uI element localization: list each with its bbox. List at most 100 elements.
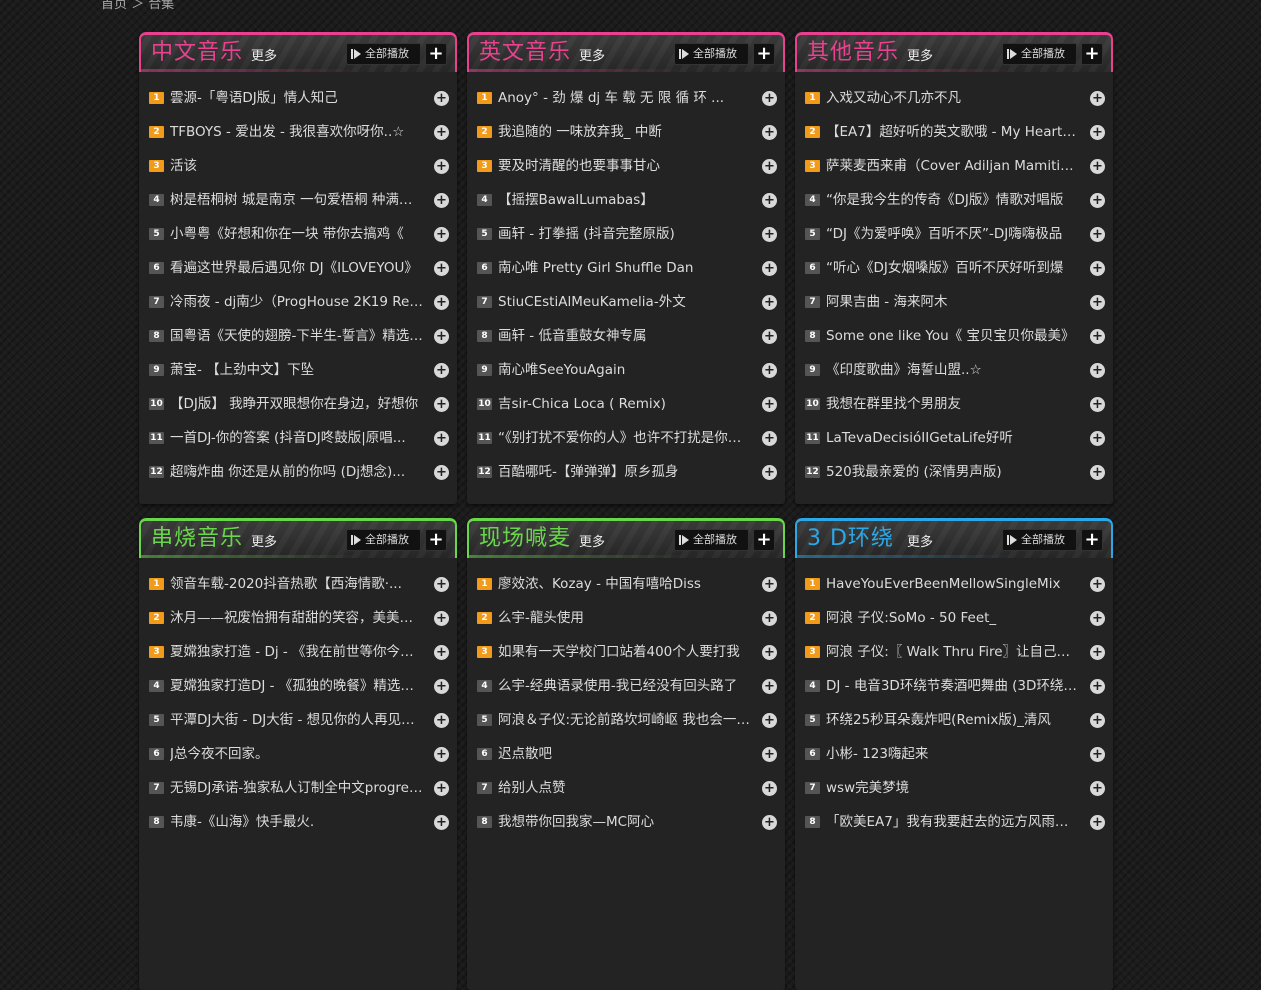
add-song-icon[interactable]: + <box>1090 261 1105 276</box>
add-song-icon[interactable]: + <box>434 91 449 106</box>
add-song-icon[interactable]: + <box>1090 125 1105 140</box>
song-title-link[interactable]: 【摇摆BawalLumabas】 <box>498 183 751 217</box>
add-all-button[interactable]: + <box>753 43 775 65</box>
add-song-icon[interactable]: + <box>762 397 777 412</box>
song-title-link[interactable]: 平潭DJ大街 - DJ大街 - 想见你的人再见不见 <box>170 703 423 737</box>
song-title-link[interactable]: “DJ《为爱呼唤》百听不厌”-DJ嗨嗨极品 <box>826 217 1079 251</box>
add-song-icon[interactable]: + <box>762 227 777 242</box>
add-song-icon[interactable]: + <box>434 363 449 378</box>
song-title-link[interactable]: J总今夜不回家。 <box>170 737 423 771</box>
song-title-link[interactable]: 夏嫦独家打造DJ - 《孤独的晚餐》精选串烧 <box>170 669 423 703</box>
add-song-icon[interactable]: + <box>762 815 777 830</box>
song-title-link[interactable]: 么宇-经典语录使用-我已经没有回头路了 <box>498 669 751 703</box>
song-title-link[interactable]: 树是梧桐树 城是南京 一句爱梧桐 种满南京城 <box>170 183 423 217</box>
song-title-link[interactable]: 萧宝- 【上劲中文】下坠 <box>170 353 423 387</box>
song-title-link[interactable]: 我追随的 一味放弃我_ 中断 <box>498 115 751 149</box>
play-all-button[interactable]: 全部播放 <box>346 43 421 65</box>
song-title-link[interactable]: wsw完美梦境 <box>826 771 1079 805</box>
add-song-icon[interactable]: + <box>1090 781 1105 796</box>
more-link[interactable]: 更多 <box>251 531 277 550</box>
play-all-button[interactable]: 全部播放 <box>1002 529 1077 551</box>
song-title-link[interactable]: 南心唯 Pretty Girl Shuffle Dan <box>498 251 751 285</box>
song-title-link[interactable]: 给别人点赞 <box>498 771 751 805</box>
add-song-icon[interactable]: + <box>762 363 777 378</box>
song-title-link[interactable]: 阿浪＆子仪:无论前路坎坷崎岖 我也会一直走下去 <box>498 703 751 737</box>
song-title-link[interactable]: “听心《DJ女烟嗓版》百听不厌好听到爆 <box>826 251 1079 285</box>
play-all-button[interactable]: 全部播放 <box>1002 43 1077 65</box>
add-song-icon[interactable]: + <box>434 577 449 592</box>
song-title-link[interactable]: 入戏又动心不几亦不凡 <box>826 81 1079 115</box>
add-song-icon[interactable]: + <box>1090 91 1105 106</box>
song-title-link[interactable]: 夏嫦独家打造 - Dj - 《我在前世等你今生来相遇》 <box>170 635 423 669</box>
song-title-link[interactable]: 沐月——祝废怡拥有甜甜的笑容，美美的人生 <box>170 601 423 635</box>
add-all-button[interactable]: + <box>1081 529 1103 551</box>
song-title-link[interactable]: 我想在群里找个男朋友 <box>826 387 1079 421</box>
add-song-icon[interactable]: + <box>1090 815 1105 830</box>
add-song-icon[interactable]: + <box>434 431 449 446</box>
add-song-icon[interactable]: + <box>434 295 449 310</box>
add-song-icon[interactable]: + <box>762 577 777 592</box>
song-title-link[interactable]: 环绕25秒耳朵轰炸吧(Remix版)_清风 <box>826 703 1079 737</box>
add-song-icon[interactable]: + <box>762 329 777 344</box>
add-song-icon[interactable]: + <box>434 713 449 728</box>
song-title-link[interactable]: 【EA7】超好听的英文歌哦 - My Heart Will Go On <box>826 115 1079 149</box>
add-song-icon[interactable]: + <box>762 747 777 762</box>
song-title-link[interactable]: “《别打扰不爱你的人》也许不打扰是你最后的温柔 <box>498 421 751 455</box>
more-link[interactable]: 更多 <box>579 45 605 64</box>
add-song-icon[interactable]: + <box>434 465 449 480</box>
add-song-icon[interactable]: + <box>762 645 777 660</box>
add-song-icon[interactable]: + <box>762 431 777 446</box>
add-song-icon[interactable]: + <box>434 815 449 830</box>
song-title-link[interactable]: 萨莱麦西来甫（Cover Adiljan Mamitimin） <box>826 149 1079 183</box>
song-title-link[interactable]: 「欧美EA7」我有我要赶去的远方风雨兼程 <box>826 805 1079 839</box>
song-title-link[interactable]: 国粤语《天使的翅膀-下半生-誓言》精选串烧 <box>170 319 423 353</box>
add-song-icon[interactable]: + <box>434 261 449 276</box>
add-song-icon[interactable]: + <box>1090 227 1105 242</box>
song-title-link[interactable]: 阿浪 子仪:〖 Walk Thru Fire〗让自己的灵魂燃烧 <box>826 635 1079 669</box>
song-title-link[interactable]: LaTevaDecisióIIGetaLife好听 <box>826 421 1079 455</box>
song-title-link[interactable]: 韦康-《山海》快手最火. <box>170 805 423 839</box>
song-title-link[interactable]: 雲源-「粤语DJ版」情人知己 <box>170 81 423 115</box>
song-title-link[interactable]: 画轩 - 打拳摇 (抖音完整原版) <box>498 217 751 251</box>
song-title-link[interactable]: Some one like You《 宝贝宝贝你最美》 <box>826 319 1079 353</box>
song-title-link[interactable]: 百酷哪吒-【弹弹弹】原乡孤身 <box>498 455 751 489</box>
song-title-link[interactable]: 活该 <box>170 149 423 183</box>
add-song-icon[interactable]: + <box>1090 363 1105 378</box>
more-link[interactable]: 更多 <box>907 531 933 550</box>
add-song-icon[interactable]: + <box>434 611 449 626</box>
add-song-icon[interactable]: + <box>762 679 777 694</box>
add-song-icon[interactable]: + <box>1090 159 1105 174</box>
add-song-icon[interactable]: + <box>762 465 777 480</box>
add-all-button[interactable]: + <box>1081 43 1103 65</box>
add-song-icon[interactable]: + <box>434 747 449 762</box>
add-song-icon[interactable]: + <box>1090 397 1105 412</box>
add-song-icon[interactable]: + <box>1090 679 1105 694</box>
add-song-icon[interactable]: + <box>434 227 449 242</box>
add-song-icon[interactable]: + <box>1090 645 1105 660</box>
add-song-icon[interactable]: + <box>762 781 777 796</box>
song-title-link[interactable]: HaveYouEverBeenMellowSingleMix <box>826 567 1079 601</box>
add-song-icon[interactable]: + <box>1090 329 1105 344</box>
song-title-link[interactable]: 超嗨炸曲 你还是从前的你吗 (Dj想念)... <box>170 455 423 489</box>
add-all-button[interactable]: + <box>753 529 775 551</box>
song-title-link[interactable]: 吉sir-Chica Loca ( Remix) <box>498 387 751 421</box>
song-title-link[interactable]: 冷雨夜 - dj南少（ProgHouse 2K19 Remix） <box>170 285 423 319</box>
add-song-icon[interactable]: + <box>1090 713 1105 728</box>
play-all-button[interactable]: 全部播放 <box>674 529 749 551</box>
add-all-button[interactable]: + <box>425 43 447 65</box>
song-title-link[interactable]: 领音车载-2020抖音热歌【西海情歌·... <box>170 567 423 601</box>
add-song-icon[interactable]: + <box>762 261 777 276</box>
more-link[interactable]: 更多 <box>579 531 605 550</box>
song-title-link[interactable]: Anoy° - 劲 爆 dj 车 载 无 限 循 环 ... <box>498 81 751 115</box>
more-link[interactable]: 更多 <box>907 45 933 64</box>
song-title-link[interactable]: 廖效浓、Kozay - 中国有嘻哈Diss <box>498 567 751 601</box>
add-song-icon[interactable]: + <box>762 91 777 106</box>
song-title-link[interactable]: 南心唯SeeYouAgain <box>498 353 751 387</box>
add-song-icon[interactable]: + <box>762 193 777 208</box>
add-song-icon[interactable]: + <box>434 193 449 208</box>
song-title-link[interactable]: 看遍这世界最后遇见你 DJ《ILOVEYOU》 <box>170 251 423 285</box>
add-song-icon[interactable]: + <box>434 679 449 694</box>
song-title-link[interactable]: “你是我今生的传奇《DJ版》情歌对唱版 <box>826 183 1079 217</box>
add-song-icon[interactable]: + <box>762 713 777 728</box>
song-title-link[interactable]: 小粤粤《好想和你在一块 带你去搞鸡《 <box>170 217 423 251</box>
